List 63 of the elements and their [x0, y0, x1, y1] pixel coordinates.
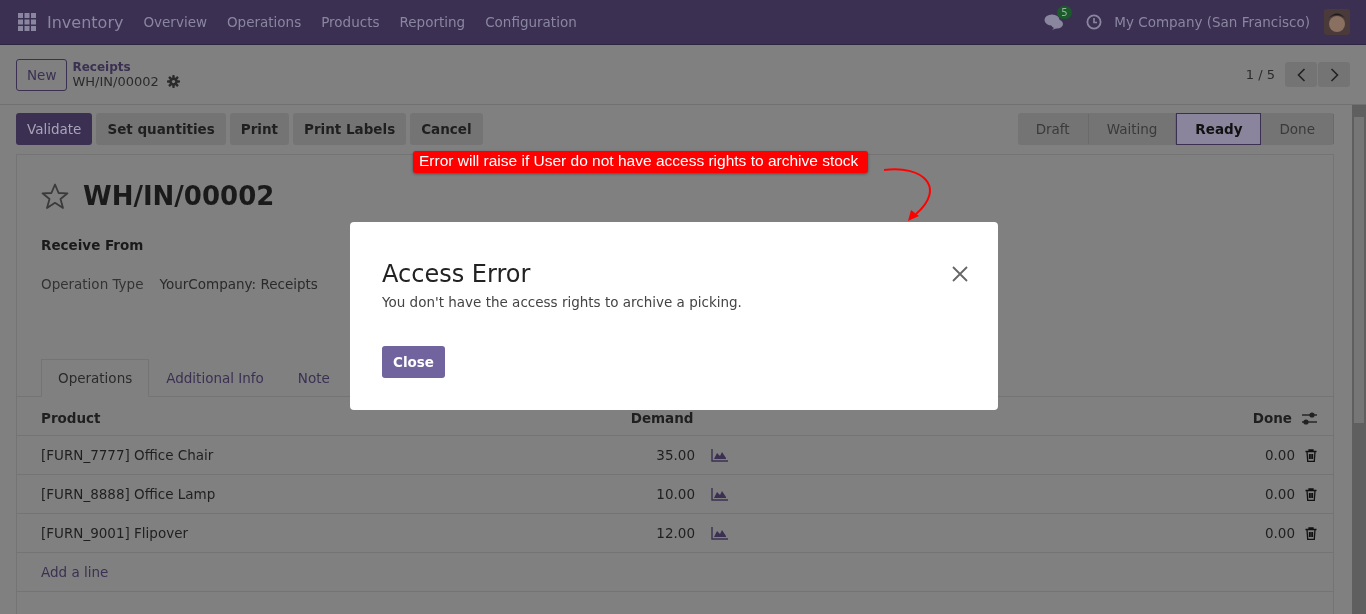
- app-name[interactable]: Inventory: [47, 12, 124, 32]
- table-cell-text: [FURN_7777] Office Chair: [41, 447, 215, 463]
- table-cell-text: 0.00: [1263, 486, 1295, 502]
- nav-menu-item[interactable]: Reporting: [399, 14, 466, 30]
- nav-menu-item[interactable]: Overview: [143, 14, 207, 30]
- status-step[interactable]: Done: [1261, 114, 1334, 144]
- notebook-tab[interactable]: Operations: [41, 359, 150, 397]
- table-cell-text: [FURN_9001] Flipover: [41, 525, 189, 541]
- trash-icon[interactable]: [1305, 526, 1317, 540]
- table-cell-text: 0.00: [1263, 525, 1295, 541]
- close-icon[interactable]: [952, 266, 968, 282]
- action-button[interactable]: Cancel: [410, 113, 483, 145]
- message-count-badge: 5: [1057, 6, 1072, 19]
- chat-bubbles-icon[interactable]: [1044, 14, 1065, 30]
- status-step[interactable]: Ready: [1176, 113, 1262, 145]
- nav-menu-item[interactable]: Products: [321, 14, 380, 30]
- pager-counter: 1 / 5: [1245, 67, 1275, 82]
- table-cell-text: 12.00: [655, 525, 695, 541]
- clock-icon[interactable]: [1086, 14, 1103, 30]
- gear-icon[interactable]: [166, 75, 180, 88]
- annotation-callout: Error will raise if User do not have access rights to archive stock: [413, 151, 869, 173]
- dialog-message: You don't have the access rights to archive a picking.: [382, 294, 742, 310]
- status-step[interactable]: Draft: [1017, 114, 1089, 144]
- action-button[interactable]: Print Labels: [293, 113, 407, 145]
- chevron-right-icon: [1329, 67, 1339, 82]
- next-button[interactable]: [1318, 62, 1350, 87]
- table-cell-text: 10.00: [655, 486, 695, 502]
- action-button[interactable]: Validate: [16, 113, 93, 145]
- field-label: Receive From: [41, 237, 144, 253]
- area-chart-icon[interactable]: [711, 487, 728, 501]
- user-avatar-icon[interactable]: [1324, 9, 1350, 35]
- column-header[interactable]: Demand: [573, 410, 694, 426]
- record-name: WH/IN/00002: [72, 74, 159, 89]
- scrollbar[interactable]: [1352, 105, 1366, 614]
- apps-grid-icon[interactable]: [18, 13, 36, 31]
- sliders-icon[interactable]: [1302, 411, 1317, 425]
- close-button[interactable]: Close: [382, 346, 445, 378]
- breadcrumb-link[interactable]: Receipts: [72, 60, 180, 74]
- column-header[interactable]: Product: [41, 410, 574, 426]
- previous-button[interactable]: [1285, 62, 1317, 87]
- action-button[interactable]: Set quantities: [96, 113, 226, 145]
- notebook-tab[interactable]: Note: [280, 359, 347, 397]
- nav-menu-item[interactable]: Configuration: [485, 14, 577, 30]
- field-label: Operation Type: [41, 276, 144, 292]
- add-line-link[interactable]: Add a line: [41, 564, 109, 580]
- chevron-left-icon: [1296, 67, 1306, 82]
- action-button[interactable]: Print: [229, 113, 290, 145]
- area-chart-icon[interactable]: [711, 448, 728, 462]
- record-title: WH/IN/00002: [83, 181, 275, 211]
- table-cell-text: 35.00: [655, 447, 695, 463]
- new-button[interactable]: New: [16, 58, 68, 91]
- field-value[interactable]: YourCompany: Receipts: [159, 276, 318, 292]
- column-header[interactable]: Done: [759, 410, 1292, 426]
- nav-menu-item[interactable]: Operations: [227, 14, 302, 30]
- area-chart-icon[interactable]: [711, 526, 728, 540]
- star-icon[interactable]: [41, 182, 69, 210]
- company-switcher[interactable]: My Company (San Francisco): [1114, 14, 1310, 30]
- table-cell-text: [FURN_8888] Office Lamp: [41, 486, 217, 502]
- trash-icon[interactable]: [1305, 448, 1317, 462]
- notebook-tab[interactable]: Additional Info: [149, 359, 281, 397]
- table-cell-text: 0.00: [1263, 447, 1295, 463]
- dialog-title: Access Error: [382, 260, 531, 288]
- trash-icon[interactable]: [1305, 487, 1317, 501]
